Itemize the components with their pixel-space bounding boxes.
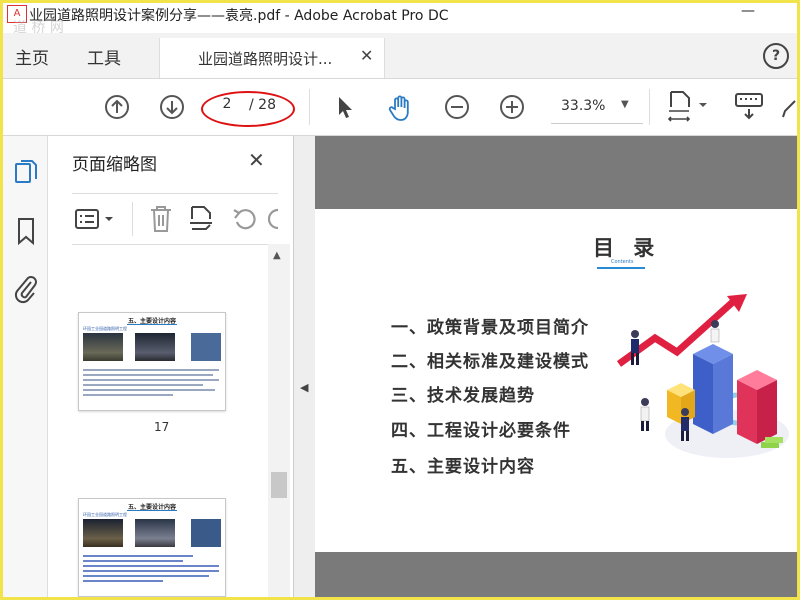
toc-item: 一、政策背景及项目简介 bbox=[391, 318, 589, 338]
keyboard-icon[interactable] bbox=[733, 91, 765, 121]
business-chart-illustration bbox=[616, 294, 789, 458]
toc-item: 二、相关标准及建设模式 bbox=[391, 352, 589, 372]
rotate-counterclockwise-icon[interactable] bbox=[230, 204, 260, 234]
thumbnail-photo bbox=[83, 333, 123, 361]
thumbnail-title-underline bbox=[127, 510, 177, 511]
thumbnail-page-number: 17 bbox=[154, 420, 170, 434]
panel-splitter[interactable]: ◀ bbox=[294, 136, 315, 597]
page-thumbnail[interactable]: 五、主要设计内容 环园工业园道路照明工程 bbox=[78, 312, 226, 411]
toolbar-divider bbox=[309, 89, 310, 125]
thumbnail-photo bbox=[191, 519, 221, 547]
panel-toolbar bbox=[72, 193, 280, 245]
thumbnail-text-line bbox=[83, 369, 219, 371]
thumbnail-text-line bbox=[83, 555, 193, 557]
scroll-up-arrow-icon[interactable]: ▲ bbox=[273, 250, 281, 261]
thumbnail-title-underline bbox=[127, 324, 177, 325]
panel-toolbar-divider bbox=[132, 202, 133, 236]
panel-title: 页面缩略图 bbox=[72, 155, 157, 175]
rotate-clockwise-icon[interactable] bbox=[268, 204, 280, 234]
zoom-field-underline bbox=[551, 123, 643, 124]
fit-page-icon[interactable] bbox=[667, 89, 711, 125]
document-page: 目 录 Contents 一、政策背景及项目简介 二、相关标准及建设模式 三、技… bbox=[315, 209, 797, 552]
thumbnail-text-line bbox=[83, 575, 209, 577]
attachment-icon[interactable] bbox=[13, 272, 39, 304]
thumbnail-text-line bbox=[83, 379, 219, 381]
close-tab-icon[interactable]: ✕ bbox=[360, 46, 373, 65]
edit-pen-icon[interactable] bbox=[781, 97, 797, 119]
bookmark-icon[interactable] bbox=[15, 216, 37, 246]
thumbnail-text-line bbox=[83, 389, 215, 391]
title-bar: A 业园道路照明设计案例分享——袁亮.pdf - Adobe Acrobat P… bbox=[3, 3, 797, 36]
toc-item: 四、工程设计必要条件 bbox=[391, 421, 571, 441]
thumbnail-text-line bbox=[83, 384, 203, 386]
document-tab[interactable]: 业园道路照明设计... ✕ bbox=[159, 38, 385, 78]
menu-home[interactable]: 主页 bbox=[15, 44, 49, 69]
thumbnail-photo bbox=[135, 333, 175, 361]
zoom-in-icon[interactable] bbox=[498, 93, 526, 121]
thumbnail-text-line bbox=[83, 565, 219, 567]
hand-tool-icon[interactable] bbox=[386, 93, 416, 123]
close-panel-icon[interactable]: ✕ bbox=[248, 148, 265, 172]
thumbnail-subtitle: 环园工业园道路照明工程 bbox=[83, 326, 127, 331]
zoom-level[interactable]: 33.3% bbox=[561, 98, 605, 114]
thumbnail-photo bbox=[83, 519, 123, 547]
document-view[interactable]: 目 录 Contents 一、政策背景及项目简介 二、相关标准及建设模式 三、技… bbox=[315, 136, 797, 597]
toc-item: 三、技术发展趋势 bbox=[391, 386, 535, 406]
zoom-out-icon[interactable] bbox=[443, 93, 471, 121]
toolbar-divider bbox=[649, 89, 650, 125]
toc-subtitle: Contents bbox=[611, 259, 634, 265]
scrollbar-thumb[interactable] bbox=[271, 472, 287, 498]
thumbnail-text-line bbox=[83, 374, 213, 376]
window-title: 业园道路照明设计案例分享——袁亮.pdf - Adobe Acrobat Pro… bbox=[29, 8, 449, 24]
page-thumbnails-panel: 页面缩略图 ✕ 五、主要设计内容 环园工业园道路照明工程 17 五、主要设计内容… bbox=[48, 136, 294, 597]
delete-icon[interactable] bbox=[148, 204, 174, 234]
help-icon[interactable]: ? bbox=[763, 43, 789, 69]
insert-page-icon[interactable] bbox=[188, 204, 216, 234]
next-page-icon[interactable] bbox=[158, 93, 186, 121]
tab-bar: 主页 工具 业园道路照明设计... ✕ ? bbox=[3, 33, 797, 79]
collapse-panel-icon[interactable]: ◀ bbox=[300, 381, 308, 394]
toc-heading-underline bbox=[597, 267, 645, 269]
previous-page-icon[interactable] bbox=[103, 93, 131, 121]
navigation-rail bbox=[3, 136, 48, 597]
thumbnail-text-line bbox=[83, 580, 163, 582]
menu-tools[interactable]: 工具 bbox=[87, 44, 121, 69]
toc-heading: 目 录 bbox=[593, 236, 661, 260]
thumbnail-text-line bbox=[83, 394, 173, 396]
select-pointer-icon[interactable] bbox=[333, 93, 357, 121]
toc-item: 五、主要设计内容 bbox=[391, 457, 535, 477]
minimize-button[interactable]: — bbox=[738, 3, 758, 19]
page-thumbnail[interactable]: 五、主要设计内容 环园工业园道路照明工程 bbox=[78, 498, 226, 597]
thumbnail-chart bbox=[191, 333, 221, 361]
red-highlight-annotation bbox=[201, 91, 295, 127]
thumbnail-subtitle: 环园工业园道路照明工程 bbox=[83, 512, 127, 517]
acrobat-window: A 业园道路照明设计案例分享——袁亮.pdf - Adobe Acrobat P… bbox=[3, 3, 797, 597]
page-thumbnails-icon[interactable] bbox=[13, 158, 39, 188]
thumbnail-text-line bbox=[83, 570, 219, 572]
thumbnail-photo bbox=[135, 519, 175, 547]
thumbnail-scrollbar[interactable]: ▲ bbox=[268, 244, 290, 597]
toolbar: 2 / 28 33.3% ▼ bbox=[3, 79, 797, 136]
thumbnail-text-line bbox=[83, 560, 183, 562]
document-tab-label: 业园道路照明设计... bbox=[198, 50, 333, 68]
zoom-dropdown-icon[interactable]: ▼ bbox=[621, 99, 629, 110]
options-list-icon[interactable] bbox=[74, 208, 118, 230]
